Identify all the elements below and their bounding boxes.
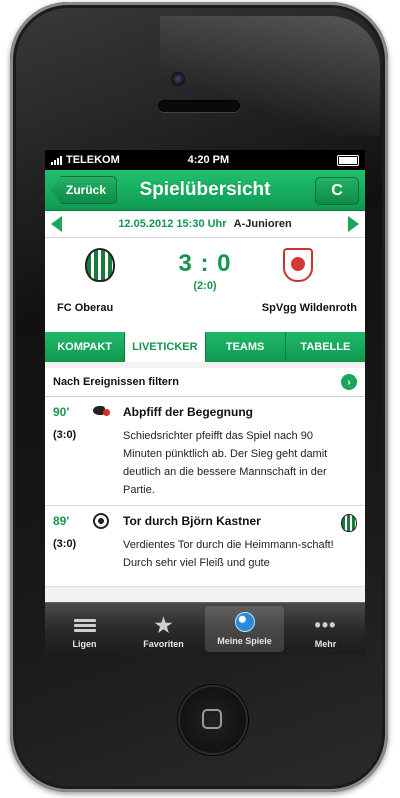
tabbar-label: Favoriten [143, 639, 184, 649]
team-crest-icon [341, 514, 357, 532]
chevron-right-icon[interactable]: › [341, 374, 357, 390]
previous-match-arrow-icon[interactable] [51, 216, 62, 232]
status-bar: TELEKOM 4:20 PM [45, 150, 365, 170]
event-minute: 89' [53, 514, 70, 528]
tabbar-item-ligen[interactable]: Ligen [45, 603, 124, 655]
soccer-ball-icon [93, 513, 109, 529]
tabbar-label: Ligen [72, 639, 97, 649]
ticker-event[interactable]: 90' (3:0) Abpfiff der Begegnung Schiedsr… [45, 397, 365, 506]
event-minute: 90' [53, 405, 70, 419]
refresh-icon: C [331, 182, 343, 199]
home-square-icon [202, 709, 222, 729]
status-time: 4:20 PM [187, 154, 230, 166]
front-camera [171, 72, 185, 86]
event-score: (3:0) [53, 538, 77, 550]
tab-tabelle[interactable]: TABELLE [286, 332, 365, 362]
earpiece-speaker [158, 100, 240, 112]
battery-icon [337, 154, 359, 166]
app-screen: TELEKOM 4:20 PM Zurück Spielübersicht C … [45, 150, 365, 655]
carrier-name: TELEKOM [66, 154, 120, 166]
away-team-name[interactable]: SpVgg Wildenroth [262, 302, 357, 314]
home-button[interactable] [178, 685, 248, 755]
signal-icon [51, 155, 62, 165]
tabbar-item-favoriten[interactable]: ★ Favoriten [124, 603, 203, 655]
halftime-score: (2:0) [193, 280, 217, 292]
match-date: 12.05.2012 15:30 Uhr A-Junioren [62, 218, 348, 230]
match-date-bar: 12.05.2012 15:30 Uhr A-Junioren [45, 211, 365, 238]
away-team-crest-icon [283, 248, 313, 282]
tabbar-label: Mehr [314, 639, 337, 649]
event-filter-row[interactable]: Nach Ereignissen filtern › [45, 368, 365, 397]
home-team-name[interactable]: FC Oberau [57, 302, 113, 314]
match-league: A-Junioren [233, 218, 292, 230]
match-datetime: 12.05.2012 15:30 Uhr [118, 218, 227, 230]
tabbar-item-mehr[interactable]: ••• Mehr [286, 603, 365, 655]
event-text: Schiedsrichter pfeifft das Spiel nach 90… [123, 430, 328, 496]
event-score: (3:0) [53, 429, 77, 441]
star-icon: ★ [154, 614, 173, 637]
tab-liveticker[interactable]: LIVETICKER [125, 332, 206, 362]
match-summary: 3 : 0 (2:0) FC Oberau SpVgg Wildenroth [45, 238, 365, 332]
ticker-event[interactable]: 89' (3:0) Tor durch Björn Kastner Verdie… [45, 506, 365, 587]
event-filter-label: Nach Ereignissen filtern [53, 376, 179, 388]
nav-bar: Zurück Spielübersicht C [45, 170, 365, 211]
event-text: Verdientes Tor durch die Heimmann-schaft… [123, 539, 334, 569]
match-tabs: KOMPAKT LIVETICKER TEAMS TABELLE [45, 332, 365, 362]
match-score: 3 : 0 [178, 250, 232, 277]
back-button[interactable]: Zurück [51, 176, 118, 204]
event-title: Abpfiff der Begegnung [123, 405, 253, 419]
tabbar-label: Meine Spiele [217, 636, 272, 646]
tab-kompakt[interactable]: KOMPAKT [45, 332, 126, 362]
tab-teams[interactable]: TEAMS [206, 332, 286, 362]
soccer-ball-icon [234, 612, 255, 632]
more-dots-icon: ••• [314, 615, 337, 635]
list-icon [73, 615, 96, 635]
tabbar-item-meine-spiele[interactable]: Meine Spiele [205, 606, 284, 652]
next-match-arrow-icon[interactable] [348, 216, 359, 232]
refresh-button[interactable]: C [315, 177, 359, 205]
bottom-tab-bar: Ligen ★ Favoriten Meine Spiele ••• Mehr [45, 602, 365, 655]
glass-glare [160, 16, 380, 136]
event-title: Tor durch Björn Kastner [123, 514, 261, 528]
